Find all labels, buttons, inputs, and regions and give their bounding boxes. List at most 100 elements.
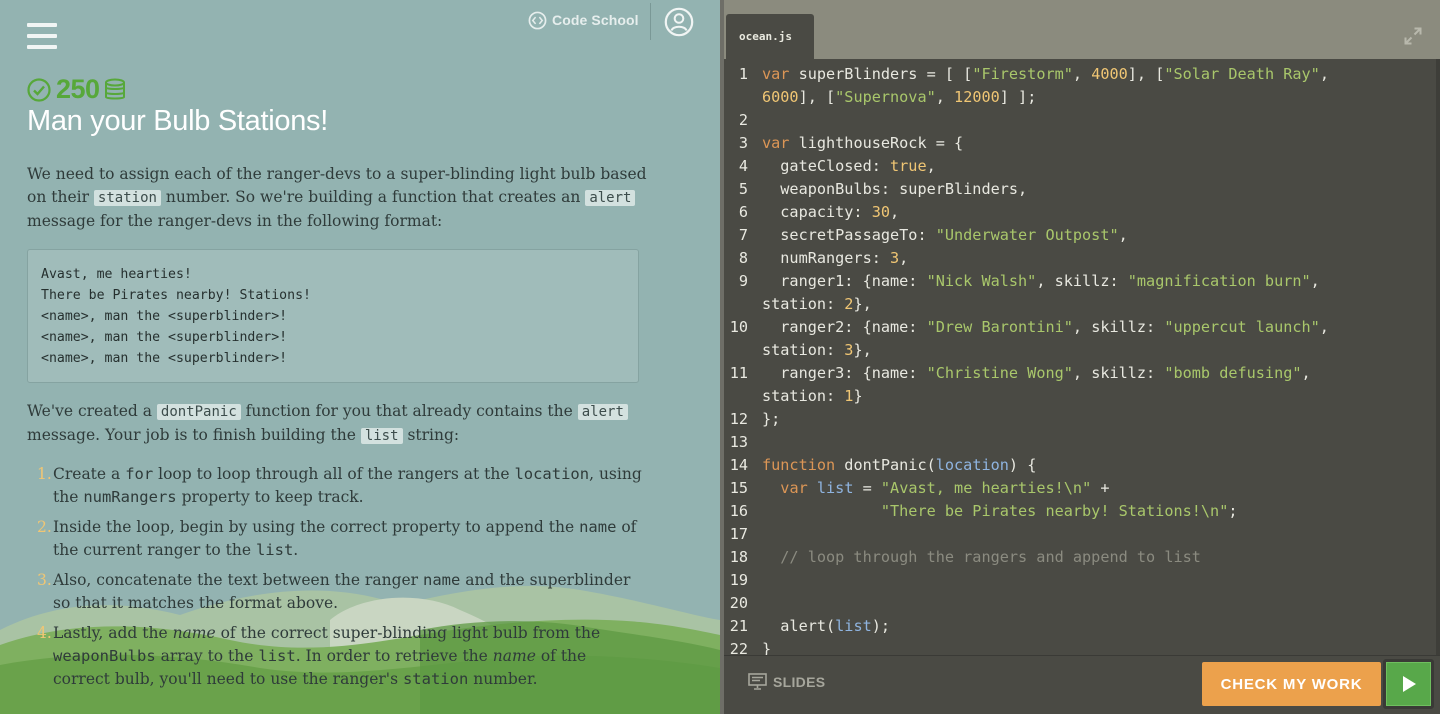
code-line[interactable]: 6000], ["Supernova", 12000] ]; [724,86,1424,109]
code-line[interactable]: 22} [724,638,1424,655]
code-token: , [1118,226,1128,244]
code-token: , [1319,65,1329,83]
code-school-icon [528,11,547,29]
line-number: 7 [738,226,748,244]
code-line[interactable]: 17 [724,523,1424,546]
slides-button[interactable]: SLIDES [748,673,825,690]
code-line[interactable]: 10 ranger2: {name: "Drew Barontini", ski… [724,316,1424,339]
line-number: 5 [738,180,748,198]
code-token: 30 [871,203,891,221]
code-line[interactable]: 16 "There be Pirates nearby! Stations!\n… [724,500,1424,523]
code-token: station: [762,341,845,359]
code-token: ranger2: {name: [762,318,927,336]
inline-code: for [125,465,154,483]
step-text: loop to loop through all of the rangers … [153,465,515,483]
code-token: ); [871,617,891,635]
code-line[interactable]: 2 [724,109,1424,132]
line-number: 16 [729,502,748,520]
step-text: Inside the loop, begin by using the corr… [53,518,580,536]
code-text: capacity: 30, [762,201,899,224]
line-number: 14 [729,456,748,474]
editor-scrollbar[interactable] [1436,59,1440,655]
code-line[interactable]: 6 capacity: 30, [724,201,1424,224]
check-my-work-button[interactable]: CHECK MY WORK [1202,662,1381,706]
code-token: station: [762,295,845,313]
inline-code: name [423,571,461,589]
code-line[interactable]: station: 2}, [724,293,1424,316]
example-line: <name>, man the <superblinder>! [41,330,288,345]
code-token: } [853,387,863,405]
step-number: 2. [37,518,52,536]
inline-code: station [93,190,161,206]
code-token: "Nick Walsh" [926,272,1037,290]
inline-code: list [258,647,296,665]
task-text: We've created a [27,402,157,420]
inline-code: list [360,428,403,444]
editor-panel: ocean.js 1 var superBlinders = [ ["Firest… [724,0,1440,714]
code-line[interactable]: 7 secretPassageTo: "Underwater Outpost", [724,224,1424,247]
code-token: "Supernova" [835,88,936,106]
code-line[interactable]: 18 // loop through the rangers and appen… [724,546,1424,569]
code-token: , skillz: [1072,318,1165,336]
code-token: "magnification burn" [1127,272,1311,290]
inline-code: weaponBulbs [53,647,156,665]
code-token: , [1301,364,1311,382]
step-emphasis: name [172,624,216,642]
code-token: "There be Pirates nearby! Stations!\n" [880,502,1229,520]
code-token: numRangers: [762,249,891,267]
code-text: var superBlinders = [ ["Firestorm", 4000… [762,63,1329,86]
example-output-block: Avast, me hearties! There be Pirates nea… [27,249,639,383]
hamburger-menu-icon[interactable] [27,23,57,49]
example-line: Avast, me hearties! [41,267,192,282]
code-line[interactable]: 8 numRangers: 3, [724,247,1424,270]
step-text: number. [468,670,538,688]
code-token: station: [762,387,845,405]
code-token: ], [ [1127,65,1165,83]
code-line[interactable]: 1 var superBlinders = [ ["Firestorm", 400… [724,63,1424,86]
code-token: weaponBulbs: superBlinders, [762,180,1028,198]
run-button[interactable] [1383,659,1434,709]
code-line[interactable]: 13 [724,431,1424,454]
code-line[interactable]: 19 [724,569,1424,592]
code-token: ranger3: {name: [762,364,927,382]
code-line[interactable]: 11 ranger3: {name: "Christine Wong", ski… [724,362,1424,385]
code-line[interactable]: 9 ranger1: {name: "Nick Walsh", skillz: … [724,270,1424,293]
code-line[interactable]: 14 function dontPanic(location) { [724,454,1424,477]
intro-text: number. So we're building a function tha… [160,188,586,206]
line-number: 11 [729,364,748,382]
code-token: 4000 [1091,65,1128,83]
code-line[interactable]: station: 3}, [724,339,1424,362]
expand-icon[interactable] [1404,27,1422,45]
line-number: 20 [729,594,748,612]
task-text: function for you that already contains t… [240,402,578,420]
code-school-logo[interactable]: Code School [528,10,639,30]
code-line[interactable]: 5 weaponBulbs: superBlinders, [724,178,1424,201]
code-editor[interactable]: 1 var superBlinders = [ ["Firestorm", 400… [724,59,1436,655]
code-line[interactable]: 3 var lighthouseRock = { [724,132,1424,155]
step-item: 2. Inside the loop, begin by using the co… [27,516,647,562]
code-token: ], [ [798,88,836,106]
line-number: 13 [729,433,748,451]
code-token: = [853,479,881,497]
code-text: }; [762,408,780,431]
code-line[interactable]: 4 gateClosed: true, [724,155,1424,178]
coins-icon [104,78,125,99]
code-line[interactable]: 21 alert(list); [724,615,1424,638]
code-line[interactable]: 15 var list = "Avast, me hearties!\n" + [724,477,1424,500]
slides-label: SLIDES [773,673,826,690]
code-token: function [762,456,836,474]
line-number: 15 [729,479,748,497]
code-token: }, [853,341,872,359]
user-avatar-icon[interactable] [664,7,694,37]
code-text: secretPassageTo: "Underwater Outpost", [762,224,1128,247]
line-number: 22 [729,640,748,655]
code-text: ranger3: {name: "Christine Wong", skillz… [762,362,1311,385]
code-token: location [935,456,1009,474]
code-line[interactable]: 20 [724,592,1424,615]
step-item: 4. Lastly, add the name of the correct su… [27,622,647,691]
code-line[interactable]: station: 1} [724,385,1424,408]
code-line[interactable]: 12}; [724,408,1424,431]
code-text: // loop through the rangers and append t… [762,546,1201,569]
file-tab-ocean-js[interactable]: ocean.js [726,14,814,60]
